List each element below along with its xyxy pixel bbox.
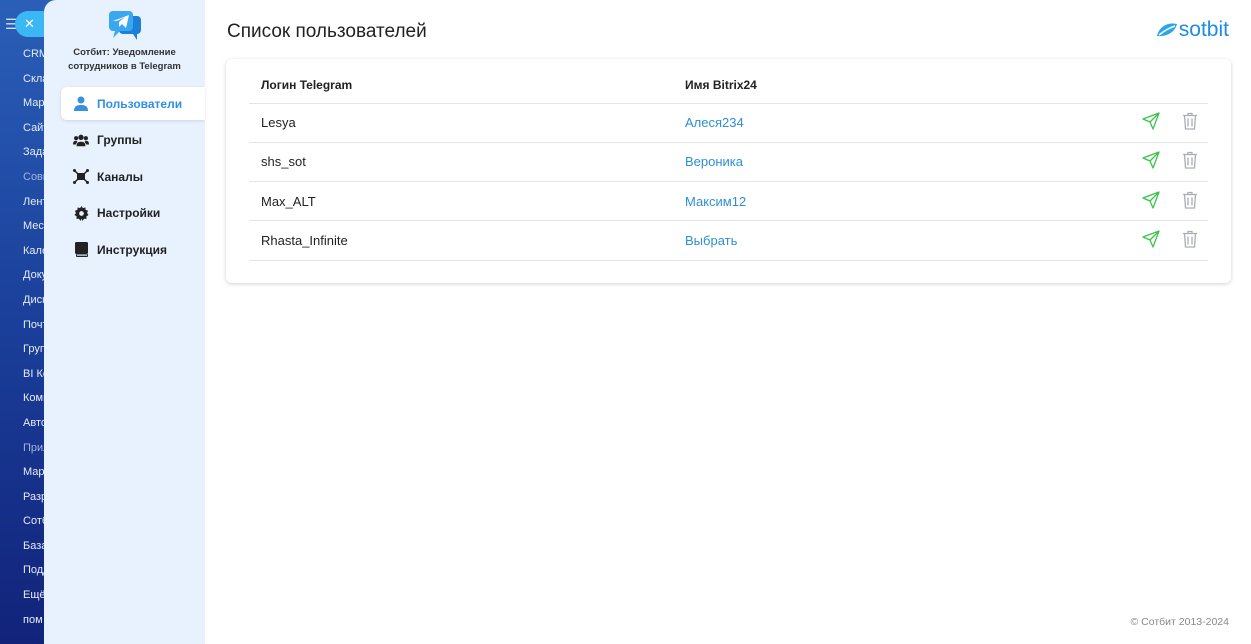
bitrix-menu-item[interactable]: Мар bbox=[0, 93, 50, 118]
nav-item-channel[interactable]: Каналы bbox=[61, 160, 205, 193]
bitrix-menu-item[interactable]: BI Ко bbox=[0, 364, 50, 389]
bitrix-menu-item[interactable]: Совм bbox=[0, 167, 50, 192]
user-icon bbox=[73, 96, 89, 112]
col-bitrix-name: Имя Bitrix24 bbox=[685, 67, 1108, 104]
bitrix-menu-item[interactable]: CRM bbox=[0, 44, 50, 69]
sotbit-leaf-icon bbox=[1156, 23, 1177, 37]
nav-item-users[interactable]: Группы bbox=[61, 124, 205, 157]
nav-item-label: Пользователи bbox=[97, 96, 183, 111]
send-icon bbox=[1142, 151, 1160, 170]
col-telegram-login: Логин Telegram bbox=[249, 67, 685, 104]
send-message-button[interactable] bbox=[1142, 151, 1160, 172]
users-table: Логин Telegram Имя Bitrix24 Lesya Алеся23… bbox=[249, 67, 1208, 261]
table-row: Max_ALT Максим12 bbox=[249, 181, 1208, 222]
bitrix-menu-item[interactable]: Сотб bbox=[0, 511, 50, 536]
table-row: Rhasta_Infinite Выбрать bbox=[249, 220, 1208, 261]
bitrix-user-link[interactable]: Выбрать bbox=[685, 220, 1108, 261]
delete-button[interactable] bbox=[1182, 230, 1198, 251]
nav-item-label: Настройки bbox=[97, 206, 161, 220]
delete-button[interactable] bbox=[1182, 151, 1198, 172]
app-title: Сотбит: Уведомление сотрудников в Telegr… bbox=[68, 47, 181, 72]
telegram-chat-logo-icon bbox=[108, 11, 141, 40]
gear-icon bbox=[73, 205, 89, 221]
bitrix-menu-item[interactable]: Прил bbox=[0, 438, 50, 463]
bitrix-menu-item[interactable]: Скла bbox=[0, 69, 50, 94]
footer-copyright: © Сотбит 2013-2024 bbox=[1130, 616, 1229, 628]
users-card: Логин Telegram Имя Bitrix24 Lesya Алеся23… bbox=[226, 59, 1231, 283]
bitrix-menu-item[interactable]: База bbox=[0, 536, 50, 561]
bitrix-user-link[interactable]: Алеся234 bbox=[685, 103, 1108, 143]
telegram-login: shs_sot bbox=[249, 142, 685, 183]
send-icon bbox=[1142, 191, 1160, 209]
send-icon bbox=[1142, 230, 1160, 248]
bitrix-menu-item[interactable]: Диск bbox=[0, 290, 50, 315]
send-message-button[interactable] bbox=[1142, 230, 1160, 251]
delete-button[interactable] bbox=[1182, 112, 1198, 133]
bitrix-menu-item[interactable]: Зада bbox=[0, 142, 50, 167]
bitrix-menu-item[interactable]: пом bbox=[0, 610, 50, 635]
bitrix-menu-item[interactable]: Подд bbox=[0, 560, 50, 585]
table-row: shs_sot Вероника bbox=[249, 142, 1208, 183]
delete-button[interactable] bbox=[1182, 191, 1198, 212]
book-icon bbox=[73, 242, 89, 258]
trash-icon bbox=[1183, 112, 1197, 130]
send-message-button[interactable] bbox=[1142, 112, 1160, 133]
bitrix-menu-item[interactable]: Разр bbox=[0, 487, 50, 512]
page-title: Список пользователей bbox=[227, 21, 427, 42]
nav-item-label: Группы bbox=[97, 133, 142, 147]
bitrix-menu-item[interactable]: Доку bbox=[0, 265, 50, 290]
bitrix-menu-item[interactable]: Ещё bbox=[0, 585, 50, 610]
trash-icon bbox=[1183, 230, 1197, 248]
telegram-login: Lesya bbox=[249, 103, 685, 143]
send-icon bbox=[1142, 112, 1160, 130]
channel-icon bbox=[73, 169, 89, 185]
nav-item-gear[interactable]: Настройки bbox=[61, 197, 205, 230]
nav-item-user[interactable]: Пользователи bbox=[61, 87, 205, 120]
app-sidebar: Сотбит: Уведомление сотрудников в Telegr… bbox=[44, 0, 205, 644]
bitrix-menu-item[interactable]: Кале bbox=[0, 241, 50, 266]
bitrix-menu-item[interactable]: Мар bbox=[0, 462, 50, 487]
sotbit-logo: sotbit bbox=[1155, 18, 1229, 42]
table-row: Lesya Алеся234 bbox=[249, 103, 1208, 143]
send-message-button[interactable] bbox=[1142, 191, 1160, 212]
bitrix-user-link[interactable]: Вероника bbox=[685, 142, 1108, 183]
bitrix-menu-item[interactable]: Комп bbox=[0, 388, 50, 413]
nav-item-book[interactable]: Инструкция bbox=[61, 233, 205, 266]
bitrix-menu-item[interactable]: Почт bbox=[0, 315, 50, 340]
bitrix-user-link[interactable]: Максим12 bbox=[685, 181, 1108, 222]
trash-icon bbox=[1183, 191, 1197, 209]
bitrix-menu-item[interactable]: Сайт bbox=[0, 118, 50, 143]
trash-icon bbox=[1183, 152, 1197, 170]
nav-item-label: Инструкция bbox=[97, 242, 168, 257]
telegram-login: Rhasta_Infinite bbox=[249, 220, 685, 261]
telegram-login: Max_ALT bbox=[249, 181, 685, 222]
bitrix-menu-item[interactable]: Лент bbox=[0, 192, 50, 217]
bitrix-menu-item[interactable]: Груп bbox=[0, 339, 50, 364]
bitrix-menu-item[interactable]: Авто bbox=[0, 413, 50, 438]
bitrix-menu-item[interactable]: Месс bbox=[0, 216, 50, 241]
users-icon bbox=[73, 132, 89, 148]
nav-item-label: Каналы bbox=[97, 169, 143, 184]
